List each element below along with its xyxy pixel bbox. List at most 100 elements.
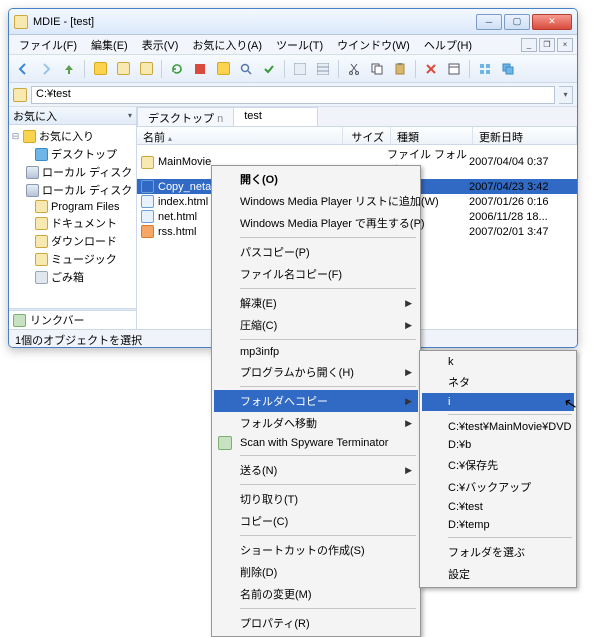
back-button[interactable]	[13, 59, 33, 79]
col-date[interactable]: 更新日時	[473, 127, 577, 144]
menu-item[interactable]: Windows Media Player リストに追加(W)	[214, 190, 418, 212]
menu-item[interactable]: パスコピー(P)	[214, 241, 418, 263]
menu-item[interactable]: C:¥test¥MainMovie¥DVD	[422, 418, 574, 436]
sidebar-header[interactable]: お気に入 ▾	[9, 107, 136, 125]
linkbar-header[interactable]: リンクバー	[9, 311, 136, 329]
file-icon	[141, 225, 154, 238]
menu-item-label: 削除(D)	[240, 564, 277, 580]
tree-item[interactable]: デスクトップ	[11, 145, 134, 163]
tree-label: ごみ箱	[51, 269, 84, 285]
file-icon	[141, 180, 154, 193]
view2-button[interactable]	[313, 59, 333, 79]
column-headers: 名前▴ サイズ 種類 更新日時	[137, 127, 577, 145]
menu-item[interactable]: コピー(C)	[214, 510, 418, 532]
up-button[interactable]	[59, 59, 79, 79]
menu-item[interactable]: 送る(N)▶	[214, 459, 418, 481]
tree-item[interactable]: ドキュメント	[11, 214, 134, 232]
menu-item[interactable]: Windows Media Player で再生する(P)	[214, 212, 418, 234]
menu-item[interactable]: フォルダを選ぶ	[422, 541, 574, 563]
menu-item-label: i	[448, 396, 450, 408]
menu-item[interactable]: プログラムから開く(H)▶	[214, 361, 418, 383]
mdi-restore-button[interactable]: ❐	[539, 38, 555, 52]
menu-item[interactable]: お気に入り(A)	[186, 35, 268, 55]
close-button[interactable]: ✕	[532, 14, 572, 30]
menu-item[interactable]: ヘルプ(H)	[418, 35, 478, 55]
menu-item[interactable]: C:¥バックアップ	[422, 476, 574, 498]
menu-item[interactable]: Scan with Spyware Terminator	[214, 434, 418, 452]
menu-item[interactable]: 切り取り(T)	[214, 488, 418, 510]
menu-item[interactable]: k	[422, 353, 574, 371]
cut-button[interactable]	[344, 59, 364, 79]
tab[interactable]: test	[233, 107, 318, 126]
file-date: 2007/02/01 3:47	[469, 226, 573, 238]
menu-item[interactable]: ショートカットの作成(S)	[214, 539, 418, 561]
menu-item[interactable]: C:¥test	[422, 498, 574, 516]
menu-item[interactable]: 削除(D)	[214, 561, 418, 583]
titlebar[interactable]: MDIE - [test] ─ ▢ ✕	[9, 9, 577, 35]
view1-button[interactable]	[290, 59, 310, 79]
menu-item-label: Windows Media Player リストに追加(W)	[240, 193, 439, 209]
star2-button[interactable]	[213, 59, 233, 79]
tile-button[interactable]	[475, 59, 495, 79]
menu-item[interactable]: 圧縮(C)▶	[214, 314, 418, 336]
paste-button[interactable]	[390, 59, 410, 79]
cascade-button[interactable]	[498, 59, 518, 79]
tree-item[interactable]: ミュージック	[11, 250, 134, 268]
sidebar: お気に入 ▾ ⊟お気に入りデスクトップローカル ディスクローカル ディスクPro…	[9, 107, 137, 329]
menu-item[interactable]: ネタ	[422, 371, 574, 393]
tree-item[interactable]: ローカル ディスク	[11, 181, 134, 199]
tree-item[interactable]: Program Files	[11, 199, 134, 214]
minimize-button[interactable]: ─	[476, 14, 502, 30]
menu-item[interactable]: 編集(E)	[85, 35, 134, 55]
tree-icon	[35, 271, 48, 284]
menu-item[interactable]: 名前の変更(M)	[214, 583, 418, 605]
menu-item[interactable]: ツール(T)	[270, 35, 329, 55]
menu-item[interactable]: C:¥保存先	[422, 454, 574, 476]
menu-item[interactable]: ファイル名コピー(F)	[214, 263, 418, 285]
forward-button[interactable]	[36, 59, 56, 79]
delete-button[interactable]	[421, 59, 441, 79]
tab[interactable]: デスクトップ n	[137, 107, 234, 126]
col-size[interactable]: サイズ	[343, 127, 391, 144]
folder-button[interactable]	[113, 59, 133, 79]
file-date: 2007/04/23 3:42	[469, 181, 573, 193]
menu-item[interactable]: 表示(V)	[136, 35, 185, 55]
menu-item[interactable]: フォルダへコピー▶	[214, 390, 418, 412]
menu-item[interactable]: ウインドウ(W)	[331, 35, 416, 55]
stop-button[interactable]	[190, 59, 210, 79]
menu-item[interactable]: 解凍(E)▶	[214, 292, 418, 314]
menu-item[interactable]: D:¥temp	[422, 516, 574, 534]
col-name[interactable]: 名前▴	[137, 127, 343, 144]
menu-item[interactable]: プロパティ(R)	[214, 612, 418, 634]
menu-item[interactable]: 設定	[422, 563, 574, 585]
tree-item[interactable]: ローカル ディスク	[11, 163, 134, 181]
menu-item[interactable]: 開く(O)	[214, 168, 418, 190]
menu-item[interactable]: D:¥b	[422, 436, 574, 454]
menu-item-icon	[218, 436, 232, 450]
address-dropdown[interactable]: ▾	[559, 86, 573, 104]
menu-item-label: Windows Media Player で再生する(P)	[240, 215, 425, 231]
address-input[interactable]: C:¥test	[31, 86, 555, 104]
folder2-button[interactable]	[136, 59, 156, 79]
folder-icon	[13, 88, 27, 102]
tree-item[interactable]: ⊟お気に入り	[11, 127, 134, 145]
fav-star-button[interactable]	[90, 59, 110, 79]
menu-item[interactable]: フォルダへ移動▶	[214, 412, 418, 434]
mdi-close-button[interactable]: ×	[557, 38, 573, 52]
copy-button[interactable]	[367, 59, 387, 79]
menu-item[interactable]: mp3infp	[214, 343, 418, 361]
menu-item[interactable]: i	[422, 393, 574, 411]
mdi-min-button[interactable]: _	[521, 38, 537, 52]
check-button[interactable]	[259, 59, 279, 79]
file-name: net.html	[158, 211, 197, 223]
tree-item[interactable]: ダウンロード	[11, 232, 134, 250]
tree-item[interactable]: ごみ箱	[11, 268, 134, 286]
col-type[interactable]: 種類	[391, 127, 473, 144]
submenu-arrow-icon: ▶	[405, 367, 412, 378]
maximize-button[interactable]: ▢	[504, 14, 530, 30]
refresh-button[interactable]	[167, 59, 187, 79]
menu-item[interactable]: ファイル(F)	[13, 35, 83, 55]
properties-button[interactable]	[444, 59, 464, 79]
submenu-arrow-icon: ▶	[405, 396, 412, 407]
search-button[interactable]	[236, 59, 256, 79]
